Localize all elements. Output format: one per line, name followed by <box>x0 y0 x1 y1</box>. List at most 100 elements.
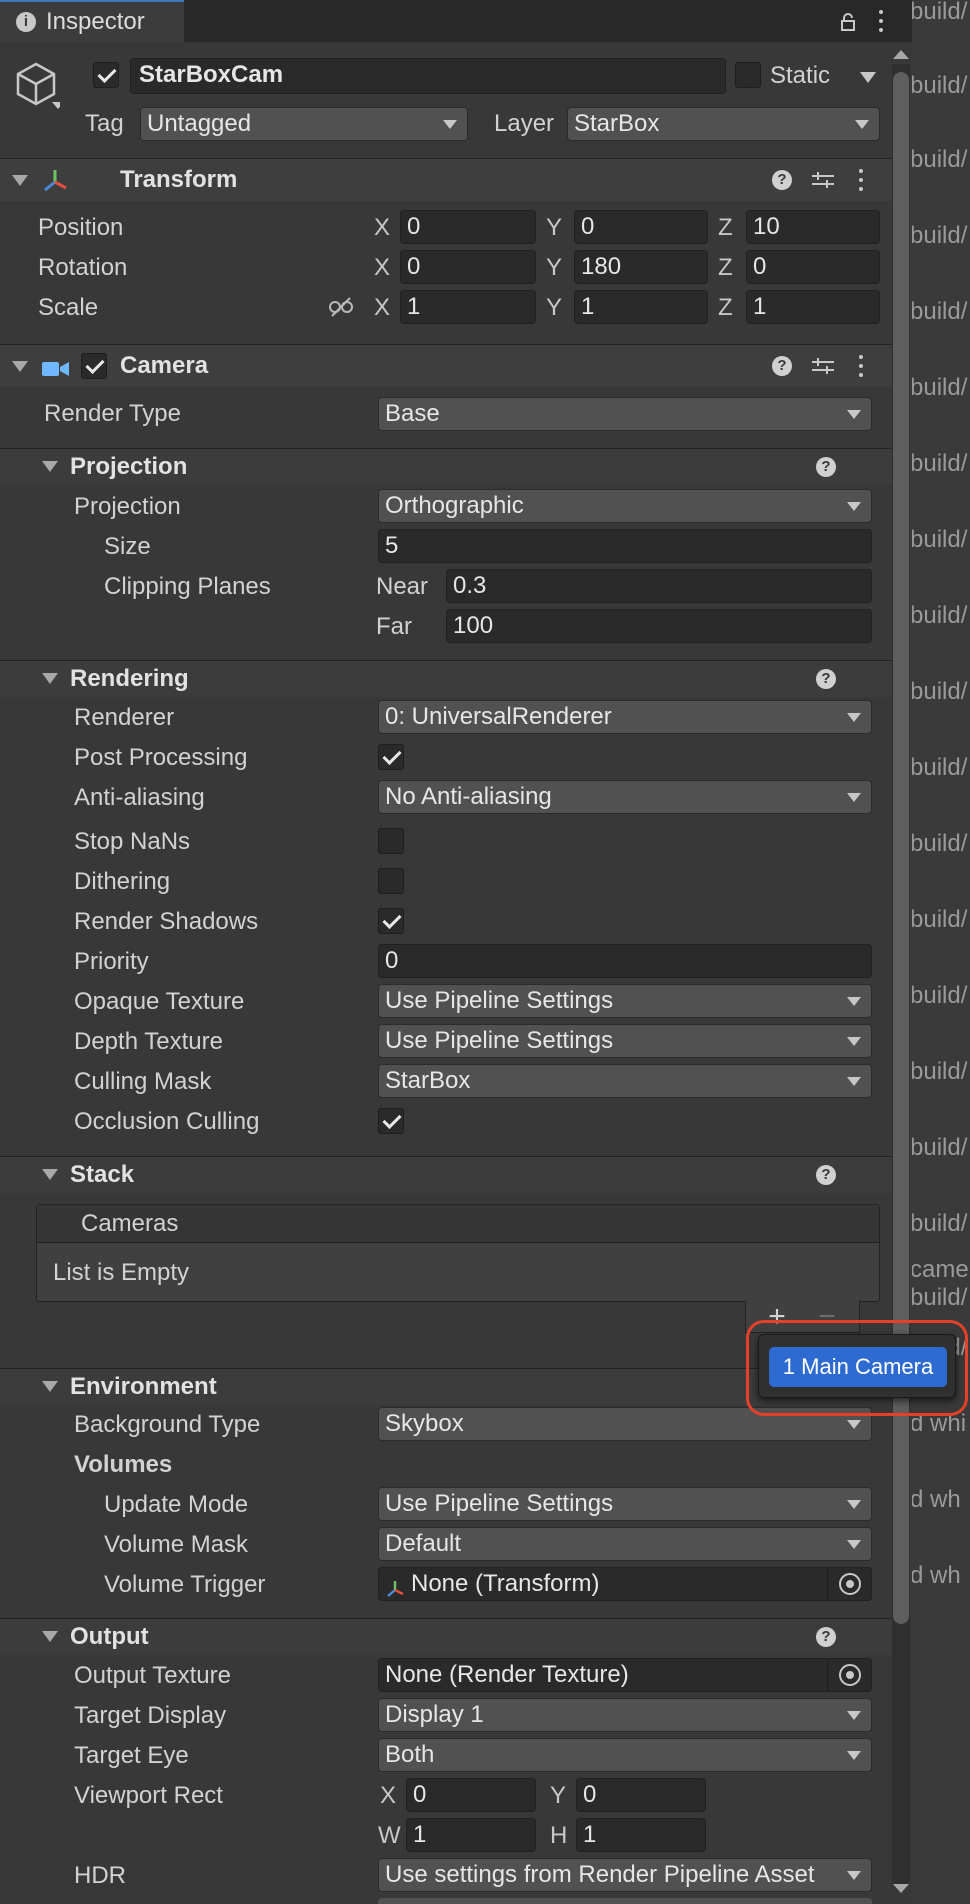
object-picker-button[interactable] <box>827 1659 871 1691</box>
help-icon[interactable]: ? <box>816 669 836 689</box>
foldout-arrow-icon[interactable] <box>42 1381 58 1392</box>
transform-title: Transform <box>120 166 238 193</box>
priority-field[interactable]: 0 <box>378 944 872 978</box>
bg-line: camer <box>910 1256 970 1283</box>
dithering-checkbox[interactable] <box>378 868 404 894</box>
bg-line: build/ <box>910 754 968 781</box>
cameras-list-header: Cameras <box>37 1205 879 1243</box>
output-section-header[interactable]: Output ? <box>0 1619 892 1655</box>
rotation-x-field[interactable]: 0 <box>400 250 536 284</box>
foldout-arrow-icon[interactable] <box>12 361 28 372</box>
help-icon[interactable]: ? <box>816 1627 836 1647</box>
scrollbar-down-arrow[interactable] <box>893 1884 909 1893</box>
viewport-h-field[interactable]: 1 <box>576 1818 706 1852</box>
output-texture-field[interactable]: None (Render Texture) <box>378 1658 872 1692</box>
foldout-arrow-icon[interactable] <box>42 1169 58 1180</box>
rotation-y-field[interactable]: 180 <box>574 250 708 284</box>
volume-mask-dropdown[interactable]: Default <box>378 1527 872 1561</box>
stack-section-title: Stack <box>70 1161 135 1188</box>
static-dropdown-arrow[interactable] <box>860 72 876 83</box>
hdr-label: HDR <box>74 1862 126 1889</box>
scale-z-field[interactable]: 1 <box>746 290 880 324</box>
post-processing-checkbox[interactable] <box>378 744 404 770</box>
hdr-dropdown[interactable]: Use settings from Render Pipeline Asset <box>378 1858 872 1892</box>
renderer-dropdown[interactable]: 0: UniversalRenderer <box>378 700 872 734</box>
anti-aliasing-dropdown[interactable]: No Anti-aliasing <box>378 780 872 814</box>
scale-x-field[interactable]: 1 <box>400 290 536 324</box>
help-icon[interactable]: ? <box>772 170 792 190</box>
bg-line: build/ <box>910 678 968 705</box>
position-y-field[interactable]: 0 <box>574 210 708 244</box>
component-menu-icon[interactable] <box>858 169 864 191</box>
rotation-label: Rotation <box>38 254 128 281</box>
axis-x-label: X <box>374 214 391 241</box>
foldout-arrow-icon[interactable] <box>42 1631 58 1642</box>
tab-menu-icon[interactable] <box>878 10 884 32</box>
foldout-arrow-icon[interactable] <box>42 461 58 472</box>
help-icon[interactable]: ? <box>816 1165 836 1185</box>
layer-dropdown[interactable]: StarBox <box>567 107 880 141</box>
tab-inspector[interactable]: i Inspector <box>0 0 184 42</box>
scale-y-field[interactable]: 1 <box>574 290 708 324</box>
viewport-w-field[interactable]: 1 <box>406 1818 536 1852</box>
position-z-field[interactable]: 10 <box>746 210 880 244</box>
render-shadows-label: Render Shadows <box>74 908 259 935</box>
clipping-planes-label: Clipping Planes <box>104 573 271 600</box>
rotation-z-field[interactable]: 0 <box>746 250 880 284</box>
constrain-proportions-icon[interactable] <box>328 296 354 318</box>
far-field[interactable]: 100 <box>446 609 872 643</box>
depth-texture-dropdown[interactable]: Use Pipeline Settings <box>378 1024 872 1058</box>
lock-icon[interactable] <box>840 10 856 31</box>
presets-icon[interactable] <box>812 169 834 191</box>
near-field[interactable]: 0.3 <box>446 569 872 603</box>
gameobject-name-field[interactable]: StarBoxCam <box>130 58 726 94</box>
render-type-label: Render Type <box>44 400 181 427</box>
foldout-arrow-icon[interactable] <box>42 673 58 684</box>
position-x-field[interactable]: 0 <box>400 210 536 244</box>
culling-mask-dropdown[interactable]: StarBox <box>378 1064 872 1098</box>
scale-label: Scale <box>38 294 99 321</box>
tag-dropdown[interactable]: Untagged <box>140 107 468 141</box>
update-mode-dropdown[interactable]: Use Pipeline Settings <box>378 1487 872 1521</box>
static-checkbox[interactable] <box>735 62 761 88</box>
target-eye-dropdown[interactable]: Both <box>378 1738 872 1772</box>
volumes-label: Volumes <box>74 1451 173 1478</box>
occlusion-culling-label: Occlusion Culling <box>74 1108 260 1135</box>
camera-enabled-checkbox[interactable] <box>81 353 107 379</box>
render-type-dropdown[interactable]: Base <box>378 397 872 431</box>
bg-line: d wh <box>910 1486 961 1513</box>
tag-value: Untagged <box>147 110 252 137</box>
component-menu-icon[interactable] <box>858 355 864 377</box>
chevron-down-icon <box>847 713 861 722</box>
object-picker-button[interactable] <box>827 1568 871 1600</box>
active-checkbox[interactable] <box>93 62 119 88</box>
rendering-section-header[interactable]: Rendering ? <box>0 661 892 697</box>
target-display-dropdown[interactable]: Display 1 <box>378 1698 872 1732</box>
projection-dropdown[interactable]: Orthographic <box>378 489 872 523</box>
help-icon[interactable]: ? <box>816 457 836 477</box>
viewport-x-field[interactable]: 0 <box>406 1778 536 1812</box>
viewport-y-field[interactable]: 0 <box>576 1778 706 1812</box>
camera-header[interactable]: Camera ? <box>0 345 892 387</box>
output-texture-value: None (Render Texture) <box>385 1661 629 1688</box>
gameobject-icon[interactable] <box>12 60 64 112</box>
size-field[interactable]: 5 <box>378 529 872 563</box>
target-display-label: Target Display <box>74 1702 227 1729</box>
depth-texture-value: Use Pipeline Settings <box>385 1027 614 1054</box>
bg-line: build/ <box>910 830 968 857</box>
dithering-label: Dithering <box>74 868 171 895</box>
help-icon[interactable]: ? <box>772 356 792 376</box>
axis-y-label: Y <box>546 254 563 281</box>
output-texture-label: Output Texture <box>74 1662 231 1689</box>
scrollbar-up-arrow[interactable] <box>893 50 909 59</box>
presets-icon[interactable] <box>812 355 834 377</box>
stack-section-header[interactable]: Stack ? <box>0 1157 892 1193</box>
transform-header[interactable]: Transform ? <box>0 159 892 201</box>
projection-section-header[interactable]: Projection ? <box>0 449 892 485</box>
occlusion-culling-checkbox[interactable] <box>378 1108 404 1134</box>
render-shadows-checkbox[interactable] <box>378 908 404 934</box>
volume-trigger-field[interactable]: None (Transform) <box>378 1567 872 1601</box>
foldout-arrow-icon[interactable] <box>12 175 28 186</box>
opaque-texture-dropdown[interactable]: Use Pipeline Settings <box>378 984 872 1018</box>
stop-nans-checkbox[interactable] <box>378 828 404 854</box>
